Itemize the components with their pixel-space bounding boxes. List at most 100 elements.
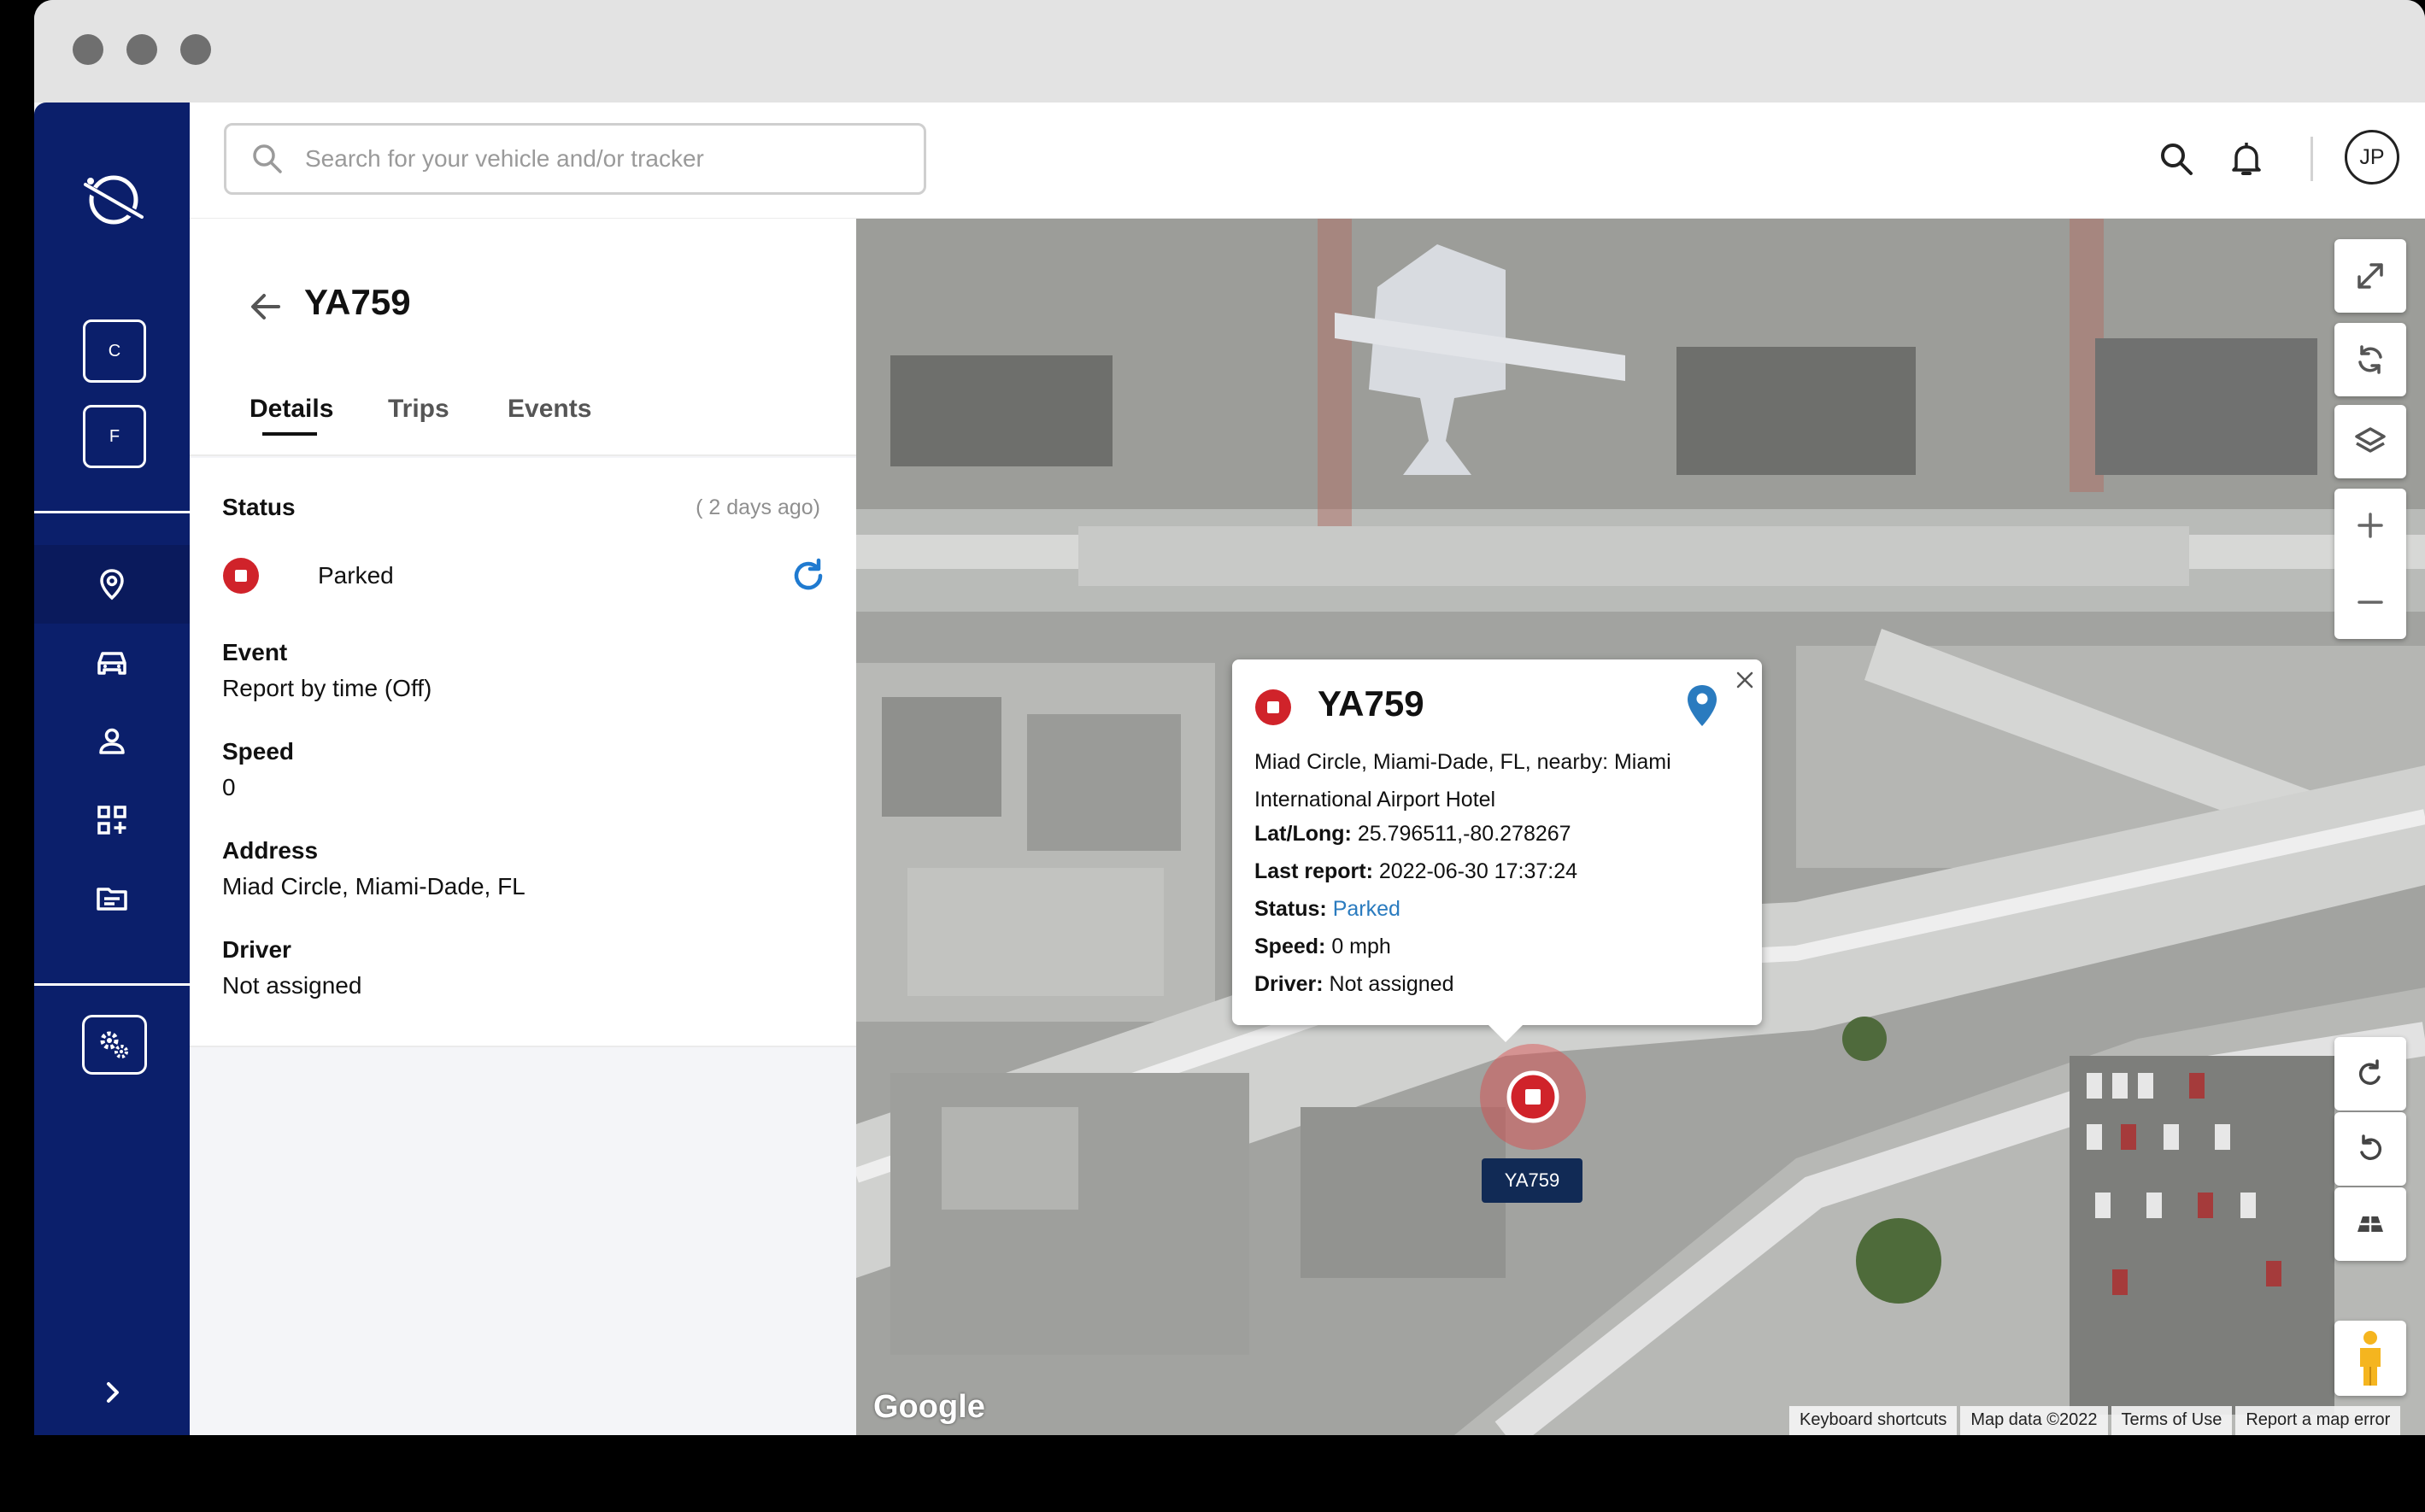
map-attribution: Keyboard shortcuts Map data ©2022 Terms … [1789, 1406, 2401, 1435]
driver-value: Not assigned [1329, 972, 1454, 996]
search-icon [253, 144, 282, 173]
tilt-map-button[interactable] [2334, 1187, 2406, 1261]
rotate-clockwise-button[interactable] [2334, 1037, 2406, 1111]
zoom-controls [2334, 489, 2406, 639]
expand-icon [2357, 263, 2383, 289]
map-layers-button[interactable] [2334, 405, 2406, 478]
sidebar-item-reports[interactable] [34, 859, 190, 938]
sidebar-item-location[interactable] [34, 545, 190, 624]
sync-map-button[interactable] [2334, 323, 2406, 396]
rotate-right-icon [2359, 1059, 2381, 1085]
top-bar: JP [190, 103, 2425, 219]
window-minimize-dot[interactable] [126, 34, 157, 65]
sidebar-item-vehicles[interactable] [34, 624, 190, 702]
zoom-in-icon[interactable] [2352, 507, 2388, 543]
last-report-value: 2022-06-30 17:37:24 [1378, 859, 1578, 883]
latlong-label: Lat/Long: [1254, 822, 1352, 846]
latlong-value: 25.796511,-80.278267 [1357, 822, 1571, 846]
location-pin-icon[interactable] [1685, 683, 1719, 728]
sidebar-item-apps[interactable] [34, 781, 190, 859]
tab-details[interactable]: Details [250, 395, 333, 424]
user-avatar[interactable]: JP [2345, 130, 2399, 185]
rotate-counterclockwise-button[interactable] [2334, 1112, 2406, 1186]
vehicle-marker-icon[interactable] [1506, 1070, 1560, 1124]
window-close-dot[interactable] [73, 34, 103, 65]
map-data-text: Map data ©2022 [1960, 1406, 2108, 1435]
terms-of-use-link[interactable]: Terms of Use [2111, 1406, 2233, 1435]
address-label: Address [222, 837, 319, 864]
sidebar: C F [34, 103, 190, 1435]
tab-trips[interactable]: Trips [388, 395, 449, 424]
satellite-map[interactable]: YA759 Miad Circle, Miami-Dade, FL, nearb… [856, 219, 2425, 1435]
google-logo: Google [873, 1389, 985, 1425]
close-icon[interactable] [1735, 670, 1755, 690]
sidebar-divider [34, 983, 190, 986]
parked-status-icon [223, 558, 259, 594]
driver-label: Driver: [1254, 972, 1324, 996]
add-apps-icon [97, 806, 126, 835]
sync-icon [2358, 345, 2382, 374]
location-pin-icon [100, 569, 124, 601]
last-report-label: Last report: [1254, 859, 1373, 883]
pegman-icon [2360, 1331, 2381, 1386]
search-icon[interactable] [2157, 139, 2196, 179]
car-icon [97, 652, 126, 675]
header-separator [2311, 137, 2313, 181]
driver-value: Not assigned [222, 972, 362, 999]
zoom-out-icon[interactable] [2352, 584, 2388, 620]
vehicle-details-panel: YA759 Details Trips Events Status ( 2 da… [190, 219, 856, 1435]
status-text: Parked [318, 562, 394, 589]
status-value: Parked [1332, 897, 1400, 921]
status-label: Status: [1254, 897, 1327, 921]
layers-icon [2355, 427, 2386, 453]
fleet-chip[interactable]: F [83, 405, 146, 468]
refresh-icon[interactable] [788, 555, 829, 596]
event-label: Event [222, 639, 288, 665]
settings-button[interactable] [82, 1015, 147, 1075]
app-logo-icon[interactable] [79, 164, 149, 234]
parked-status-icon [1255, 689, 1291, 725]
folder-icon [97, 888, 127, 911]
popup-title: YA759 [1318, 683, 1424, 724]
gears-icon [100, 1031, 128, 1058]
driver-label: Driver [222, 936, 291, 963]
popup-driver: Driver: Not assigned [1254, 972, 1453, 997]
person-icon [99, 728, 125, 754]
company-chip[interactable]: C [83, 319, 146, 383]
vehicle-title: YA759 [304, 282, 411, 322]
vehicle-marker-label[interactable]: YA759 [1482, 1158, 1582, 1203]
popup-latlong: Lat/Long: 25.796511,-80.278267 [1254, 822, 1571, 847]
active-tab-indicator [262, 432, 317, 436]
window-maximize-dot[interactable] [180, 34, 211, 65]
keyboard-shortcuts-link[interactable]: Keyboard shortcuts [1789, 1406, 1958, 1435]
bell-icon[interactable] [2227, 138, 2266, 179]
search-box[interactable] [224, 123, 926, 195]
vehicle-info-popup: YA759 Miad Circle, Miami-Dade, FL, nearb… [1232, 659, 1762, 1042]
window-titlebar [34, 0, 2425, 103]
chevron-right-icon[interactable] [94, 1374, 132, 1411]
details-card: Status ( 2 days ago) Parked Event Report… [190, 458, 856, 1047]
sidebar-divider [34, 511, 190, 513]
tilt-icon [2357, 1216, 2383, 1232]
popup-speed: Speed: 0 mph [1254, 935, 1391, 959]
popup-last-report: Last report: 2022-06-30 17:37:24 [1254, 859, 1577, 884]
sidebar-item-drivers[interactable] [34, 702, 190, 781]
speed-value: 0 mph [1331, 935, 1391, 958]
tab-events[interactable]: Events [508, 395, 591, 424]
speed-label: Speed [222, 738, 295, 765]
report-map-error-link[interactable]: Report a map error [2235, 1406, 2401, 1435]
app-window: C F JP [34, 0, 2425, 1435]
status-timestamp: ( 2 days ago) [696, 495, 820, 519]
speed-value: 0 [222, 774, 236, 800]
search-input[interactable] [305, 145, 903, 173]
rotate-left-icon [2360, 1134, 2381, 1160]
popup-address: Miad Circle, Miami-Dade, FL, nearby: Mia… [1254, 750, 1671, 812]
event-value: Report by time (Off) [222, 675, 432, 701]
speed-label: Speed: [1254, 935, 1326, 958]
street-view-button[interactable] [2334, 1321, 2406, 1396]
address-value: Miad Circle, Miami-Dade, FL [222, 873, 526, 900]
panel-header: YA759 Details Trips Events [190, 219, 856, 456]
back-arrow-icon[interactable] [246, 287, 285, 326]
status-heading: Status [222, 494, 296, 520]
fullscreen-button[interactable] [2334, 239, 2406, 313]
